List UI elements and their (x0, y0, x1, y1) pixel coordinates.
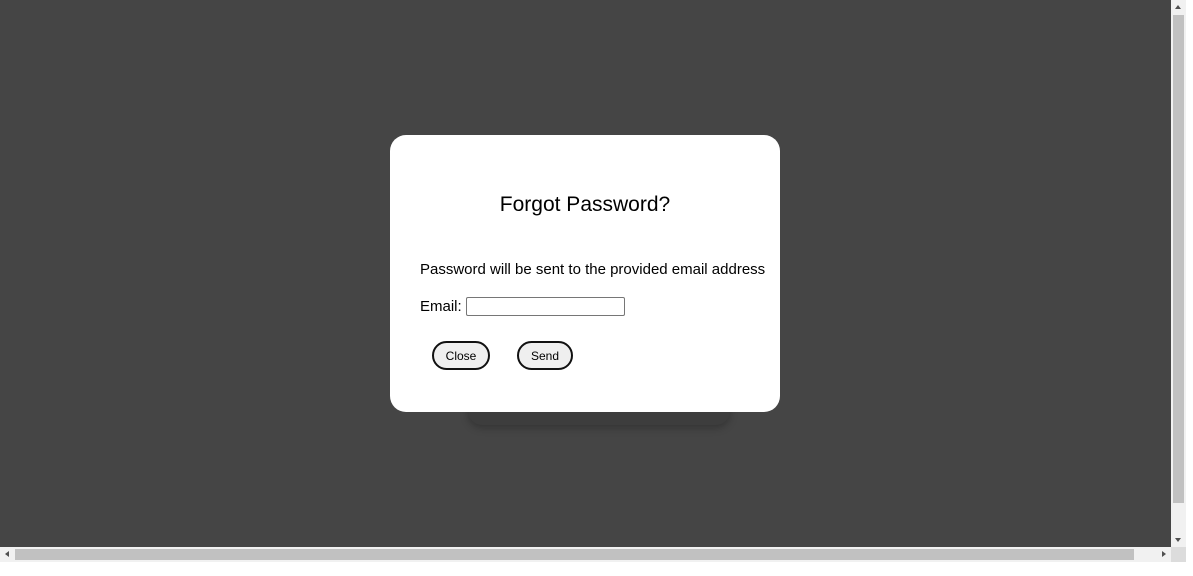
scroll-down-arrow-icon[interactable] (1171, 532, 1186, 547)
email-field[interactable] (465, 296, 625, 316)
horizontal-scrollbar[interactable] (0, 547, 1171, 562)
horizontal-scroll-thumb[interactable] (15, 549, 1134, 560)
send-button[interactable]: Send (517, 341, 573, 370)
scroll-left-arrow-icon[interactable] (0, 547, 15, 562)
vertical-scroll-thumb[interactable] (1173, 15, 1184, 503)
email-label: Email: (420, 297, 462, 315)
close-button[interactable]: Close (432, 341, 490, 370)
page-overlay: Forgot Password? Password will be sent t… (0, 0, 1171, 547)
dialog-message: Password will be sent to the provided em… (420, 261, 766, 278)
page-bottom-edge (0, 562, 1193, 576)
vertical-scrollbar[interactable] (1171, 0, 1186, 547)
page-right-edge (1186, 0, 1193, 576)
scroll-up-arrow-icon[interactable] (1171, 0, 1186, 15)
email-row: Email: (420, 295, 625, 317)
scrollbar-corner (1171, 547, 1186, 562)
forgot-password-dialog: Forgot Password? Password will be sent t… (390, 135, 780, 412)
dialog-title: Forgot Password? (499, 193, 671, 216)
scroll-right-arrow-icon[interactable] (1156, 547, 1171, 562)
